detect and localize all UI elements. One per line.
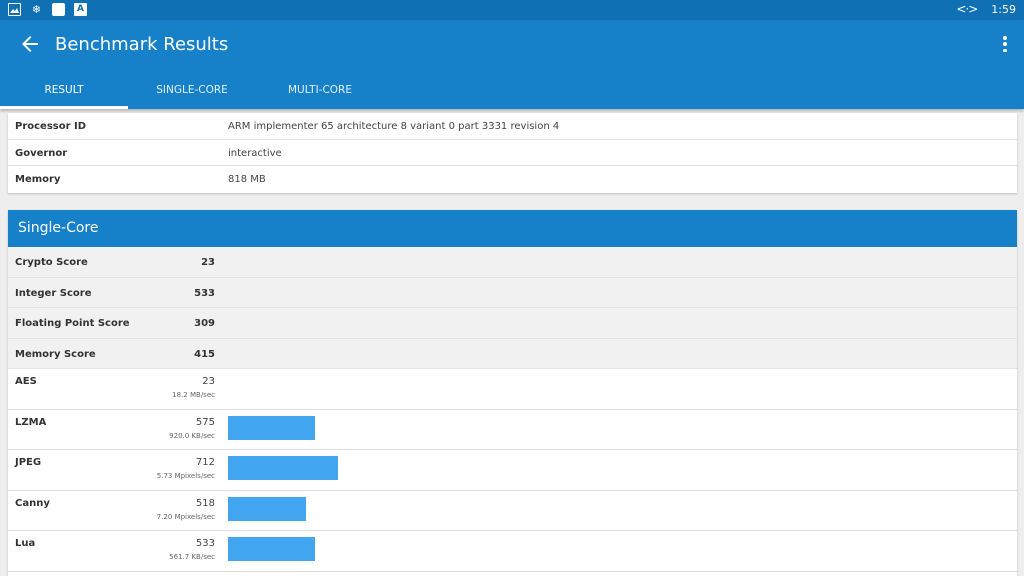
clock: 1:59 [991, 2, 1016, 16]
bench-row-canny: Canny 518 7.20 Mpixels/sec [8, 490, 1017, 532]
a-icon: A [74, 3, 87, 16]
arrow-back-icon[interactable] [18, 32, 42, 56]
info-label: Processor ID [15, 121, 87, 132]
bench-label: AES [15, 376, 37, 387]
info-value: interactive [228, 147, 282, 159]
bench-label: JPEG [15, 457, 42, 469]
score-row-memory: Memory Score 415 [8, 338, 1017, 369]
app-bar: Benchmark Results RESULT SINGLE-CORE MUL… [0, 20, 1024, 109]
info-row-governor: Governor interactive [8, 140, 1017, 166]
bench-bar [228, 456, 338, 481]
sync-icon: <·> [956, 2, 978, 16]
section-header: Single-Core [8, 210, 1017, 247]
score-row-integer: Integer Score 533 [8, 277, 1017, 308]
score-label: Crypto Score [15, 257, 88, 268]
bench-rate: 18.2 MB/sec [172, 391, 215, 399]
snowflake-icon: ❄ [31, 3, 42, 16]
single-core-card: Single-Core Crypto Score 23 Integer Scor… [8, 210, 1017, 576]
notification-icons: ❄ A [8, 3, 87, 16]
score-value: 415 [194, 348, 215, 360]
status-bar: ❄ A <·> 1:59 [0, 0, 1024, 20]
score-value: 23 [201, 257, 215, 268]
bench-label: Canny [15, 497, 50, 509]
score-label: Memory Score [15, 348, 96, 360]
bench-label: Lua [15, 538, 36, 550]
tab-result[interactable]: RESULT [0, 76, 128, 109]
score-value: 309 [194, 318, 215, 329]
info-label: Memory [15, 174, 61, 185]
score-row-crypto: Crypto Score 23 [8, 247, 1017, 278]
bench-rate: 561.7 KB/sec [169, 553, 215, 562]
more-vert-icon[interactable] [1002, 36, 1008, 52]
bench-rate: 7.20 Mpixels/sec [156, 512, 215, 521]
bench-row-jpeg: JPEG 712 5.73 Mpixels/sec [8, 450, 1017, 491]
info-value: 818 MB [228, 174, 266, 185]
square-icon [52, 3, 65, 16]
bench-bar [228, 496, 306, 521]
tab-multi-core[interactable]: MULTI-CORE [256, 76, 384, 109]
tab-bar: RESULT SINGLE-CORE MULTI-CORE [0, 76, 1024, 109]
bench-bar [228, 537, 315, 562]
info-value: ARM implementer 65 architecture 8 varian… [228, 121, 560, 132]
bench-score: 23 [202, 376, 215, 387]
score-row-floating-point: Floating Point Score 309 [8, 308, 1017, 339]
bench-row-lzma: LZMA 575 920.0 KB/sec [8, 409, 1017, 451]
bench-label: LZMA [15, 416, 47, 428]
bench-rate: 920.0 KB/sec [169, 431, 215, 440]
bench-score: 533 [195, 538, 215, 550]
info-row-memory: Memory 818 MB [8, 166, 1017, 193]
score-label: Floating Point Score [15, 318, 130, 329]
bench-row-aes: AES 23 18.2 MB/sec [8, 369, 1017, 410]
info-label: Governor [15, 147, 68, 159]
bench-score: 712 [195, 457, 215, 469]
bench-row-lua: Lua 533 561.7 KB/sec [8, 531, 1017, 572]
system-info-card: Processor ID ARM implementer 65 architec… [8, 113, 1017, 193]
bench-bar [228, 415, 315, 440]
score-label: Integer Score [15, 287, 92, 299]
image-icon [8, 3, 21, 16]
info-row-processor: Processor ID ARM implementer 65 architec… [8, 113, 1017, 140]
page-title: Benchmark Results [55, 34, 229, 55]
bench-score: 575 [195, 416, 215, 428]
bench-score: 518 [195, 497, 215, 509]
score-value: 533 [194, 287, 215, 299]
tab-single-core[interactable]: SINGLE-CORE [128, 76, 256, 109]
bench-rate: 5.73 Mpixels/sec [156, 472, 215, 481]
